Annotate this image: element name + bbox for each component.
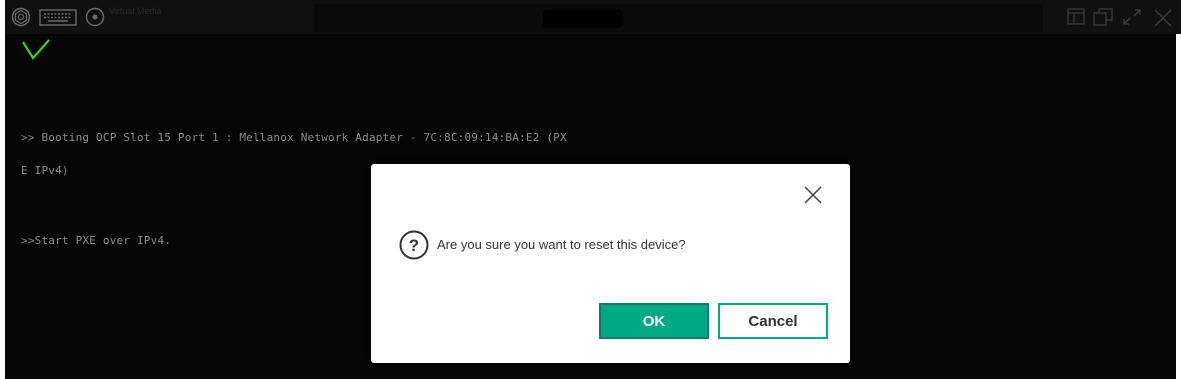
- console-toolbar: Virtual Media: [5, 0, 1181, 34]
- cancel-button[interactable]: Cancel: [718, 303, 828, 339]
- toolbar-title-area: [313, 4, 1043, 32]
- redacted-title: [543, 10, 623, 28]
- media-icon[interactable]: [85, 7, 105, 27]
- svg-text:?: ?: [409, 236, 419, 255]
- expand-icon[interactable]: [1122, 8, 1142, 31]
- question-icon: ?: [399, 230, 429, 265]
- reset-confirm-dialog: ? Are you sure you want to reset this de…: [371, 164, 850, 363]
- ok-button[interactable]: OK: [599, 303, 709, 339]
- console-line: >> Booting OCP Slot 15 Port 1 : Mellanox…: [21, 131, 567, 144]
- layout-icon[interactable]: [1067, 8, 1085, 30]
- window-icon[interactable]: [1093, 8, 1113, 31]
- keyboard-icon[interactable]: [39, 9, 77, 26]
- close-icon[interactable]: [802, 184, 824, 206]
- virtual-media-label: Virtual Media: [109, 6, 162, 16]
- checkmark-icon: [21, 38, 51, 67]
- dialog-message: Are you sure you want to reset this devi…: [437, 237, 686, 252]
- remote-console-window: Virtual Media >> Booting OCP Slot 15 Por…: [0, 0, 1181, 379]
- close-window-icon[interactable]: [1153, 8, 1173, 33]
- settings-icon[interactable]: [11, 7, 31, 27]
